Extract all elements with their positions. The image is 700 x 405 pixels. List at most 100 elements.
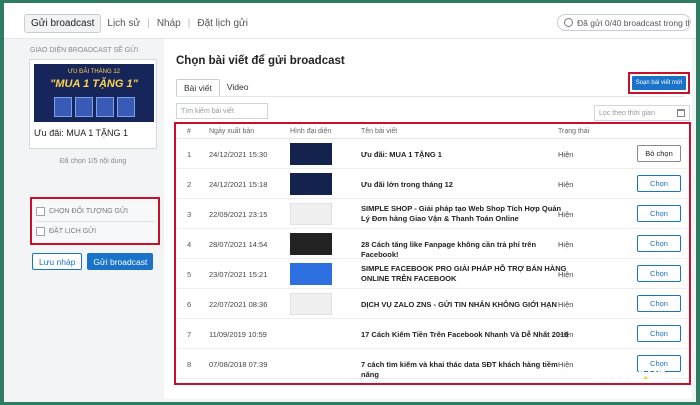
- row-date: 24/12/2021 15:18: [209, 180, 268, 189]
- row-index: 1: [187, 150, 192, 159]
- table-row: 4 28/07/2021 14:54 28 Cách tăng like Fan…: [176, 229, 689, 259]
- row-date: 23/07/2021 15:21: [209, 270, 268, 279]
- schedule-label: ĐẶT LỊCH GỬI: [49, 228, 97, 235]
- watermark-brand: mytour: [590, 366, 644, 383]
- tab-send-broadcast[interactable]: Gửi broadcast: [24, 14, 102, 33]
- content-type-tabs: Bài viết Video: [176, 79, 255, 97]
- save-draft-button[interactable]: Lưu nháp: [32, 253, 83, 270]
- schedule-checkbox[interactable]: [36, 227, 45, 236]
- row-status: Hiện: [558, 180, 574, 189]
- table-header: # Ngày xuất bản Hình đại diện Tên bài vi…: [176, 124, 689, 139]
- banner-product-boxes: [34, 97, 154, 117]
- row-index: 4: [187, 240, 192, 249]
- tab-underline: [176, 96, 684, 97]
- row-post-name: Ưu đãi: MUA 1 TẶNG 1: [361, 150, 442, 159]
- page-title: Chọn bài viết để gửi broadcast: [176, 55, 345, 67]
- table-row: 1 24/12/2021 15:30 Ưu đãi: MUA 1 TẶNG 1 …: [176, 139, 689, 169]
- row-post-name: Ưu đãi lớn trong tháng 12: [361, 180, 453, 189]
- preview-card: ƯU ĐÃI THÁNG 12 "MUA 1 TẶNG 1" Ưu đãi: M…: [29, 59, 157, 149]
- row-thumbnail: [290, 263, 332, 285]
- row-post-name: 17 Cách Kiếm Tiền Trên Facebook Nhanh Và…: [361, 330, 569, 339]
- watermark-tld: vn: [647, 366, 667, 383]
- date-filter-placeholder: Lọc theo thời gian: [599, 109, 655, 117]
- select-button[interactable]: Chọn: [637, 205, 681, 222]
- row-date: 07/08/2018 07:39: [209, 360, 268, 369]
- col-post-name: Tên bài viết: [361, 128, 398, 135]
- deselect-button[interactable]: Bỏ chọn: [637, 145, 681, 162]
- mytour-watermark: mytour.vn: [590, 366, 666, 384]
- preview-caption: Ưu đãi: MUA 1 TẶNG 1: [34, 128, 129, 138]
- select-button[interactable]: Chọn: [637, 175, 681, 192]
- preview-panel: GIAO DIỆN BROADCAST SẼ GỬI ƯU ĐÃI THÁNG …: [26, 47, 160, 347]
- compose-highlight: Soạn bài viết mới: [628, 72, 690, 94]
- clock-icon: [564, 18, 573, 27]
- action-buttons: Lưu nháp Gửi broadcast: [32, 253, 154, 270]
- select-button[interactable]: Chọn: [637, 265, 681, 282]
- post-selection-panel: Chọn bài viết để gửi broadcast Bài viết …: [164, 39, 692, 399]
- row-post-name: SIMPLE FACEBOOK PRO GIẢI PHÁP HỖ TRỢ BÁN…: [361, 264, 567, 283]
- row-thumbnail: [290, 293, 332, 315]
- row-date: 22/09/2021 23:15: [209, 210, 268, 219]
- send-options-group: CHỌN ĐỐI TƯỢNG GỬI ĐẶT LỊCH GỬI: [30, 197, 160, 245]
- top-bar: Gửi broadcast Lịch sử | Nháp | Đặt lịch …: [4, 3, 696, 39]
- row-status: Hiện: [558, 150, 574, 159]
- calendar-icon[interactable]: [677, 109, 685, 117]
- search-input[interactable]: Tìm kiếm bài viết: [176, 103, 268, 119]
- row-post-name: 28 Cách tăng like Fanpage không cần trả …: [361, 240, 537, 259]
- row-date: 22/07/2021 08:36: [209, 300, 268, 309]
- row-index: 6: [187, 300, 192, 309]
- select-button[interactable]: Chọn: [637, 235, 681, 252]
- row-status: Hiện: [558, 360, 574, 369]
- date-filter-input[interactable]: Lọc theo thời gian: [594, 105, 690, 121]
- schedule-option[interactable]: ĐẶT LỊCH GỬI: [36, 227, 96, 236]
- row-post-name: DỊCH VỤ ZALO ZNS - GỬI TIN NHẮN KHÔNG GI…: [361, 300, 557, 309]
- row-thumbnail: [290, 173, 332, 195]
- row-date: 24/12/2021 15:30: [209, 150, 268, 159]
- app-frame: Gửi broadcast Lịch sử | Nháp | Đặt lịch …: [4, 3, 696, 402]
- row-index: 3: [187, 210, 192, 219]
- row-status: Hiện: [558, 240, 574, 249]
- option-divider: [36, 221, 154, 222]
- row-post-name: 7 cách tìm kiếm và khai thác data SĐT kh…: [361, 360, 558, 379]
- banner-main-text: "MUA 1 TẶNG 1": [50, 78, 138, 90]
- tab-scheduled[interactable]: Đặt lịch gửi: [191, 15, 254, 32]
- select-button[interactable]: Chọn: [637, 295, 681, 312]
- col-status: Trạng thái: [558, 128, 590, 135]
- broadcast-nav: Gửi broadcast Lịch sử | Nháp | Đặt lịch …: [24, 14, 254, 33]
- posts-table: # Ngày xuất bản Hình đại diện Tên bài vi…: [174, 122, 691, 385]
- row-index: 8: [187, 360, 192, 369]
- choose-target-checkbox[interactable]: [36, 207, 45, 216]
- row-thumbnail: [290, 143, 332, 165]
- table-row: 6 22/07/2021 08:36 DỊCH VỤ ZALO ZNS - GỬ…: [176, 289, 689, 319]
- table-row: 3 22/09/2021 23:15 SIMPLE SHOP - Giải ph…: [176, 199, 689, 229]
- row-status: Hiện: [558, 300, 574, 309]
- row-post-name: SIMPLE SHOP - Giải pháp tạo Web Shop Tíc…: [361, 204, 562, 223]
- banner-top-text: ƯU ĐÃI THÁNG 12: [67, 69, 121, 75]
- compose-new-post-button[interactable]: Soạn bài viết mới: [632, 76, 686, 90]
- choose-target-label: CHỌN ĐỐI TƯỢNG GỬI: [49, 208, 128, 215]
- tab-history[interactable]: Lịch sử: [101, 15, 146, 32]
- table-row: 7 11/09/2019 10:59 17 Cách Kiếm Tiền Trê…: [176, 319, 689, 349]
- select-button[interactable]: Chọn: [637, 325, 681, 342]
- row-index: 2: [187, 180, 192, 189]
- row-status: Hiện: [558, 330, 574, 339]
- tab-videos[interactable]: Video: [220, 79, 256, 97]
- tab-drafts[interactable]: Nháp: [151, 15, 187, 32]
- sent-quota-text: Đã gửi 0/40 broadcast trong tháng: [577, 17, 690, 28]
- send-broadcast-button[interactable]: Gửi broadcast: [87, 253, 154, 270]
- row-status: Hiện: [558, 210, 574, 219]
- tab-posts[interactable]: Bài viết: [176, 79, 220, 97]
- col-publish-date: Ngày xuất bản: [209, 128, 255, 135]
- row-status: Hiện: [558, 270, 574, 279]
- row-index: 5: [187, 270, 192, 279]
- choose-target-option[interactable]: CHỌN ĐỐI TƯỢNG GỬI: [36, 207, 128, 216]
- row-thumbnail: [290, 233, 332, 255]
- col-index: #: [187, 128, 191, 135]
- row-index: 7: [187, 330, 192, 339]
- preview-label: GIAO DIỆN BROADCAST SẼ GỬI: [30, 47, 139, 54]
- preview-banner-image: ƯU ĐÃI THÁNG 12 "MUA 1 TẶNG 1": [34, 64, 154, 122]
- sent-quota-badge: Đã gửi 0/40 broadcast trong tháng: [557, 14, 691, 31]
- row-date: 11/09/2019 10:59: [209, 330, 267, 339]
- selected-count: Đã chọn 1/5 nội dung: [59, 158, 127, 165]
- row-thumbnail: [290, 203, 332, 225]
